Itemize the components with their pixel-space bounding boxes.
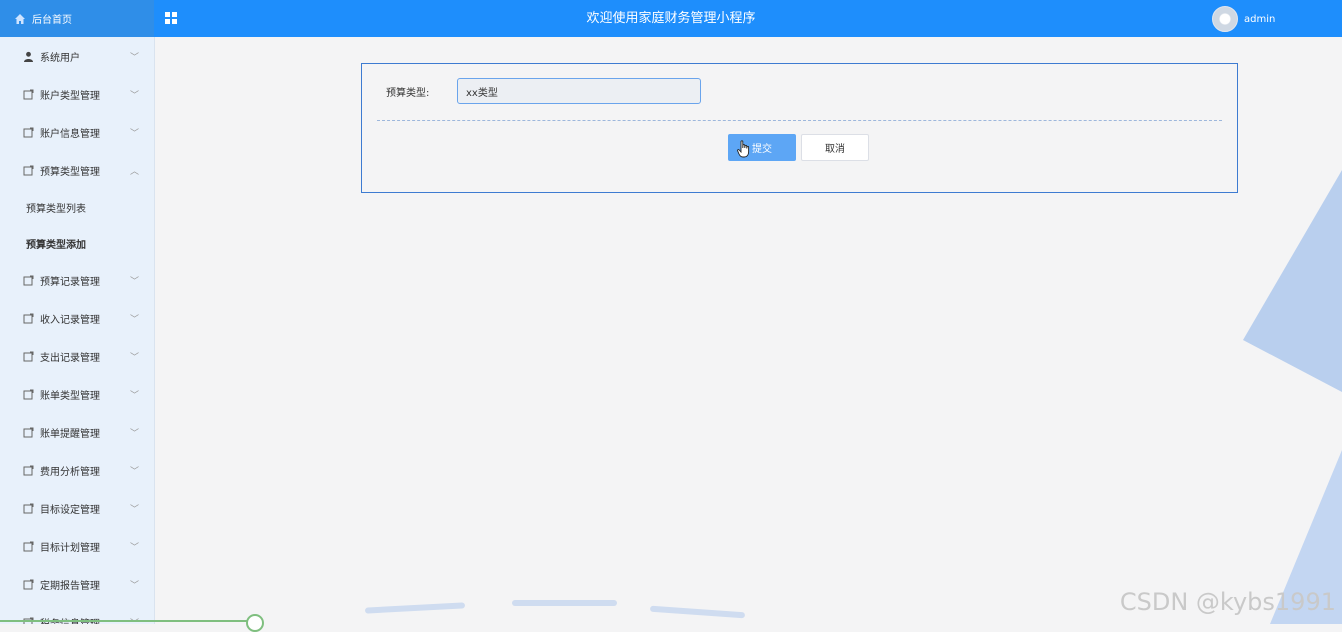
folder-icon bbox=[22, 126, 34, 138]
user-name: admin bbox=[1244, 13, 1276, 25]
folder-icon bbox=[22, 312, 34, 324]
hand-cursor-icon bbox=[737, 140, 750, 158]
sidebar-item-label: 目标设定管理 bbox=[40, 504, 100, 516]
sidebar-item-account-types[interactable]: 账户类型管理 ﹀ bbox=[0, 75, 154, 113]
sidebar-item-expense-records[interactable]: 支出记录管理 ﹀ bbox=[0, 337, 154, 375]
folder-icon bbox=[22, 578, 34, 590]
sidebar-item-bill-types[interactable]: 账单类型管理 ﹀ bbox=[0, 375, 154, 413]
avatar[interactable] bbox=[1212, 6, 1238, 32]
sidebar-item-bill-reminders[interactable]: 账单提醒管理 ﹀ bbox=[0, 413, 154, 451]
sidebar-item-label: 预算记录管理 bbox=[40, 276, 100, 288]
sidebar-subitem-label: 预算类型列表 bbox=[26, 203, 86, 215]
sidebar-item-label: 收入记录管理 bbox=[40, 314, 100, 326]
chevron-down-icon: ﹀ bbox=[130, 315, 140, 325]
background-wave bbox=[512, 600, 617, 606]
sidebar-item-label: 费用分析管理 bbox=[40, 466, 100, 478]
top-bar: 后台首页 欢迎使用家庭财务管理小程序 admin bbox=[0, 0, 1342, 37]
sidebar-item-cost-analysis[interactable]: 费用分析管理 ﹀ bbox=[0, 451, 154, 489]
folder-icon bbox=[22, 274, 34, 286]
home-label: 后台首页 bbox=[32, 15, 72, 26]
chevron-down-icon: ﹀ bbox=[130, 505, 140, 515]
home-link[interactable]: 后台首页 bbox=[0, 0, 154, 37]
sidebar-subitem-budget-type-list[interactable]: 预算类型列表 bbox=[0, 189, 154, 225]
sidebar-item-label: 定期报告管理 bbox=[40, 580, 100, 592]
folder-icon bbox=[22, 88, 34, 100]
chevron-down-icon: ﹀ bbox=[130, 129, 140, 139]
background-wave bbox=[364, 602, 466, 614]
folder-icon bbox=[22, 388, 34, 400]
chevron-down-icon: ﹀ bbox=[130, 391, 140, 401]
background-decoration bbox=[1243, 170, 1342, 624]
menu-toggle-icon[interactable] bbox=[165, 12, 177, 24]
sidebar-item-label: 账户类型管理 bbox=[40, 90, 100, 102]
chevron-down-icon: ﹀ bbox=[130, 543, 140, 553]
chevron-down-icon: ﹀ bbox=[130, 91, 140, 101]
user-icon bbox=[22, 50, 34, 62]
sidebar-subitem-budget-type-add[interactable]: 预算类型添加 bbox=[0, 225, 154, 261]
form-divider bbox=[377, 120, 1222, 121]
budget-type-label: 预算类型: bbox=[386, 88, 430, 99]
scroll-handle[interactable] bbox=[246, 614, 264, 632]
chevron-down-icon: ﹀ bbox=[130, 429, 140, 439]
user-menu[interactable]: admin bbox=[1212, 6, 1275, 32]
background-wave bbox=[649, 605, 746, 619]
sidebar-item-periodic-reports[interactable]: 定期报告管理 ﹀ bbox=[0, 565, 154, 603]
chevron-down-icon: ﹀ bbox=[130, 467, 140, 477]
sidebar-item-label: 账单类型管理 bbox=[40, 390, 100, 402]
horizontal-scrollbar[interactable] bbox=[0, 620, 255, 622]
sidebar-item-label: 支出记录管理 bbox=[40, 352, 100, 364]
home-icon bbox=[15, 13, 25, 24]
folder-icon bbox=[22, 540, 34, 552]
watermark: CSDN @kybs1991 bbox=[1119, 588, 1336, 616]
sidebar-item-label: 账单提醒管理 bbox=[40, 428, 100, 440]
chevron-down-icon: ﹀ bbox=[130, 353, 140, 363]
sidebar-item-system-users[interactable]: 系统用户 ﹀ bbox=[0, 37, 154, 75]
chevron-up-icon: ︿ bbox=[130, 167, 140, 177]
budget-type-form: 预算类型: 提交 取消 bbox=[361, 63, 1238, 193]
chevron-down-icon: ﹀ bbox=[130, 581, 140, 591]
sidebar-item-label: 系统用户 bbox=[40, 52, 80, 64]
folder-icon bbox=[22, 426, 34, 438]
sidebar-item-label: 目标计划管理 bbox=[40, 542, 100, 554]
sidebar-subitem-label: 预算类型添加 bbox=[26, 239, 86, 251]
folder-icon bbox=[22, 502, 34, 514]
app-title: 欢迎使用家庭财务管理小程序 bbox=[586, 11, 756, 26]
sidebar-item-income-records[interactable]: 收入记录管理 ﹀ bbox=[0, 299, 154, 337]
sidebar-item-budget-types[interactable]: 预算类型管理 ︿ bbox=[0, 151, 154, 189]
sidebar-item-label: 预算类型管理 bbox=[40, 166, 100, 178]
sidebar-item-goal-plans[interactable]: 目标计划管理 ﹀ bbox=[0, 527, 154, 565]
sidebar-item-goal-setting[interactable]: 目标设定管理 ﹀ bbox=[0, 489, 154, 527]
folder-icon bbox=[22, 164, 34, 176]
chevron-down-icon: ﹀ bbox=[130, 277, 140, 287]
cancel-button[interactable]: 取消 bbox=[801, 134, 869, 161]
sidebar-item-account-info[interactable]: 账户信息管理 ﹀ bbox=[0, 113, 154, 151]
folder-icon bbox=[22, 350, 34, 362]
sidebar: 系统用户 ﹀ 账户类型管理 ﹀ 账户信息管理 ﹀ 预算类型管理 ︿ 预算类型列表… bbox=[0, 37, 155, 624]
folder-icon bbox=[22, 464, 34, 476]
sidebar-item-label: 账户信息管理 bbox=[40, 128, 100, 140]
chevron-down-icon: ﹀ bbox=[130, 53, 140, 63]
budget-type-input[interactable] bbox=[457, 78, 701, 104]
sidebar-item-budget-records[interactable]: 预算记录管理 ﹀ bbox=[0, 261, 154, 299]
